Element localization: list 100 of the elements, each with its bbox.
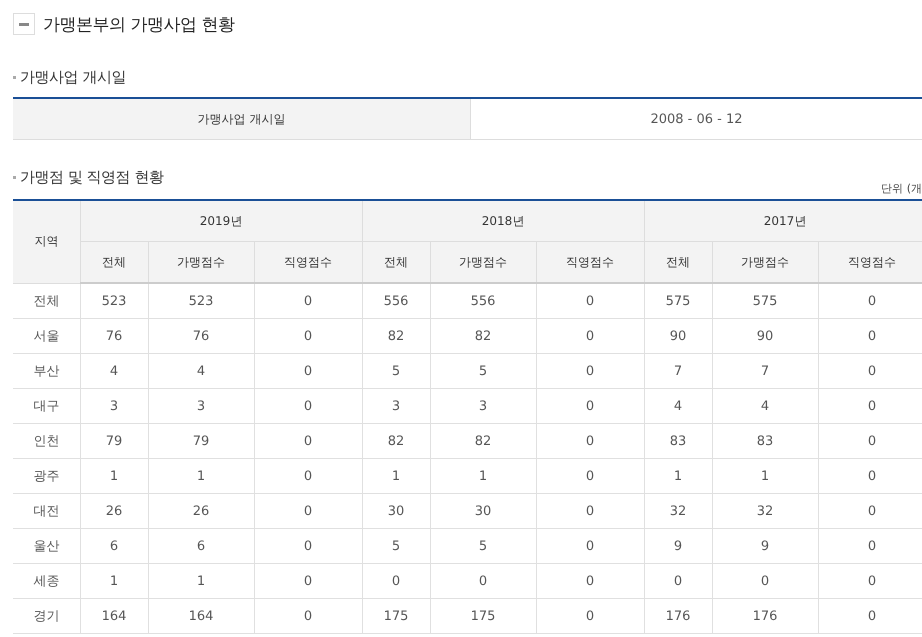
table-cell: 0 [254,528,362,564]
table-cell: 세종 [13,564,80,598]
table-cell: 0 [362,564,430,598]
table-cell: 0 [254,424,362,458]
table-cell: 5 [362,528,430,564]
table-cell: 1 [148,458,254,494]
table-cell: 26 [80,494,148,528]
table-cell: 0 [536,564,644,598]
table-cell: 82 [362,424,430,458]
table-cell: 0 [536,388,644,424]
column-header: 직영점수 [818,242,922,283]
table-cell: 5 [362,354,430,388]
column-header: 전체 [362,242,430,283]
table-cell: 90 [712,318,818,354]
table-cell: 5 [430,354,536,388]
table-cell: 1 [80,458,148,494]
table-cell: 대전 [13,494,80,528]
table-cell: 175 [430,598,536,634]
column-header: 가맹점수 [712,242,818,283]
table-cell: 7 [712,354,818,388]
table-cell: 0 [712,564,818,598]
table-cell: 79 [80,424,148,458]
section-heading: 가맹점 및 직영점 현황 [20,168,164,186]
table-cell: 4 [80,354,148,388]
table-cell: 83 [644,424,712,458]
table-cell: 1 [80,564,148,598]
table-cell: 1 [362,458,430,494]
table-cell: 광주 [13,458,80,494]
table-cell: 부산 [13,354,80,388]
column-header: 직영점수 [536,242,644,283]
table-cell: 30 [362,494,430,528]
column-header: 가맹점수 [148,242,254,283]
table-cell: 1 [148,564,254,598]
table-cell: 1 [430,458,536,494]
table-cell: 523 [80,283,148,318]
collapse-icon[interactable] [13,13,35,35]
table-cell: 76 [148,318,254,354]
table-cell: 4 [644,388,712,424]
column-header: 지역 [13,200,80,283]
table-cell: 164 [148,598,254,634]
table-cell: 523 [148,283,254,318]
table-cell: 0 [254,318,362,354]
table-cell: 32 [644,494,712,528]
table-cell: 1 [644,458,712,494]
table-cell: 3 [430,388,536,424]
page-title: 가맹본부의 가맹사업 현황 [43,14,234,36]
table-cell: 전체 [13,283,80,318]
table-cell: 0 [536,494,644,528]
column-header: 직영점수 [254,242,362,283]
table-cell: 9 [644,528,712,564]
table-cell: 32 [712,494,818,528]
table-cell: 4 [712,388,818,424]
table-cell: 3 [148,388,254,424]
table-cell: 175 [362,598,430,634]
table-cell: 0 [254,283,362,318]
table-cell: 176 [712,598,818,634]
table-cell: 대구 [13,388,80,424]
table-cell: 6 [80,528,148,564]
table-cell: 5 [430,528,536,564]
table-cell: 0 [536,318,644,354]
table-cell: 0 [254,354,362,388]
table-cell: 0 [536,528,644,564]
table-cell: 26 [148,494,254,528]
table-cell: 556 [430,283,536,318]
table-cell: 90 [644,318,712,354]
table-cell: 9 [712,528,818,564]
column-header: 2017년 [644,200,922,242]
table-cell: 82 [430,318,536,354]
table-cell: 울산 [13,528,80,564]
table-cell: 0 [254,598,362,634]
table-cell: 0 [644,564,712,598]
field-value: 2008 - 06 - 12 [649,110,744,128]
column-header: 전체 [644,242,712,283]
table-cell: 인천 [13,424,80,458]
table-cell: 83 [712,424,818,458]
table-cell: 575 [644,283,712,318]
unit-note: 단위 (개 [881,181,922,196]
table-cell: 경기 [13,598,80,634]
table-cell: 556 [362,283,430,318]
table-cell: 1 [712,458,818,494]
table-cell: 575 [712,283,818,318]
table-cell: 82 [430,424,536,458]
table-cell: 0 [254,564,362,598]
table-cell: 0 [536,283,644,318]
column-header: 전체 [80,242,148,283]
column-header: 2019년 [80,200,362,242]
table-cell: 164 [80,598,148,634]
table-cell: 0 [254,494,362,528]
table-cell: 7 [644,354,712,388]
column-header: 2018년 [362,200,644,242]
table-cell: 0 [254,388,362,424]
table-cell: 0 [536,424,644,458]
column-header: 가맹점수 [430,242,536,283]
table-cell: 0 [536,354,644,388]
table-cell: 0 [430,564,536,598]
table-cell: 76 [80,318,148,354]
field-label: 가맹사업 개시일 [13,99,471,139]
table-cell: 3 [80,388,148,424]
table-cell: 3 [362,388,430,424]
section-heading: 가맹사업 개시일 [20,68,126,86]
